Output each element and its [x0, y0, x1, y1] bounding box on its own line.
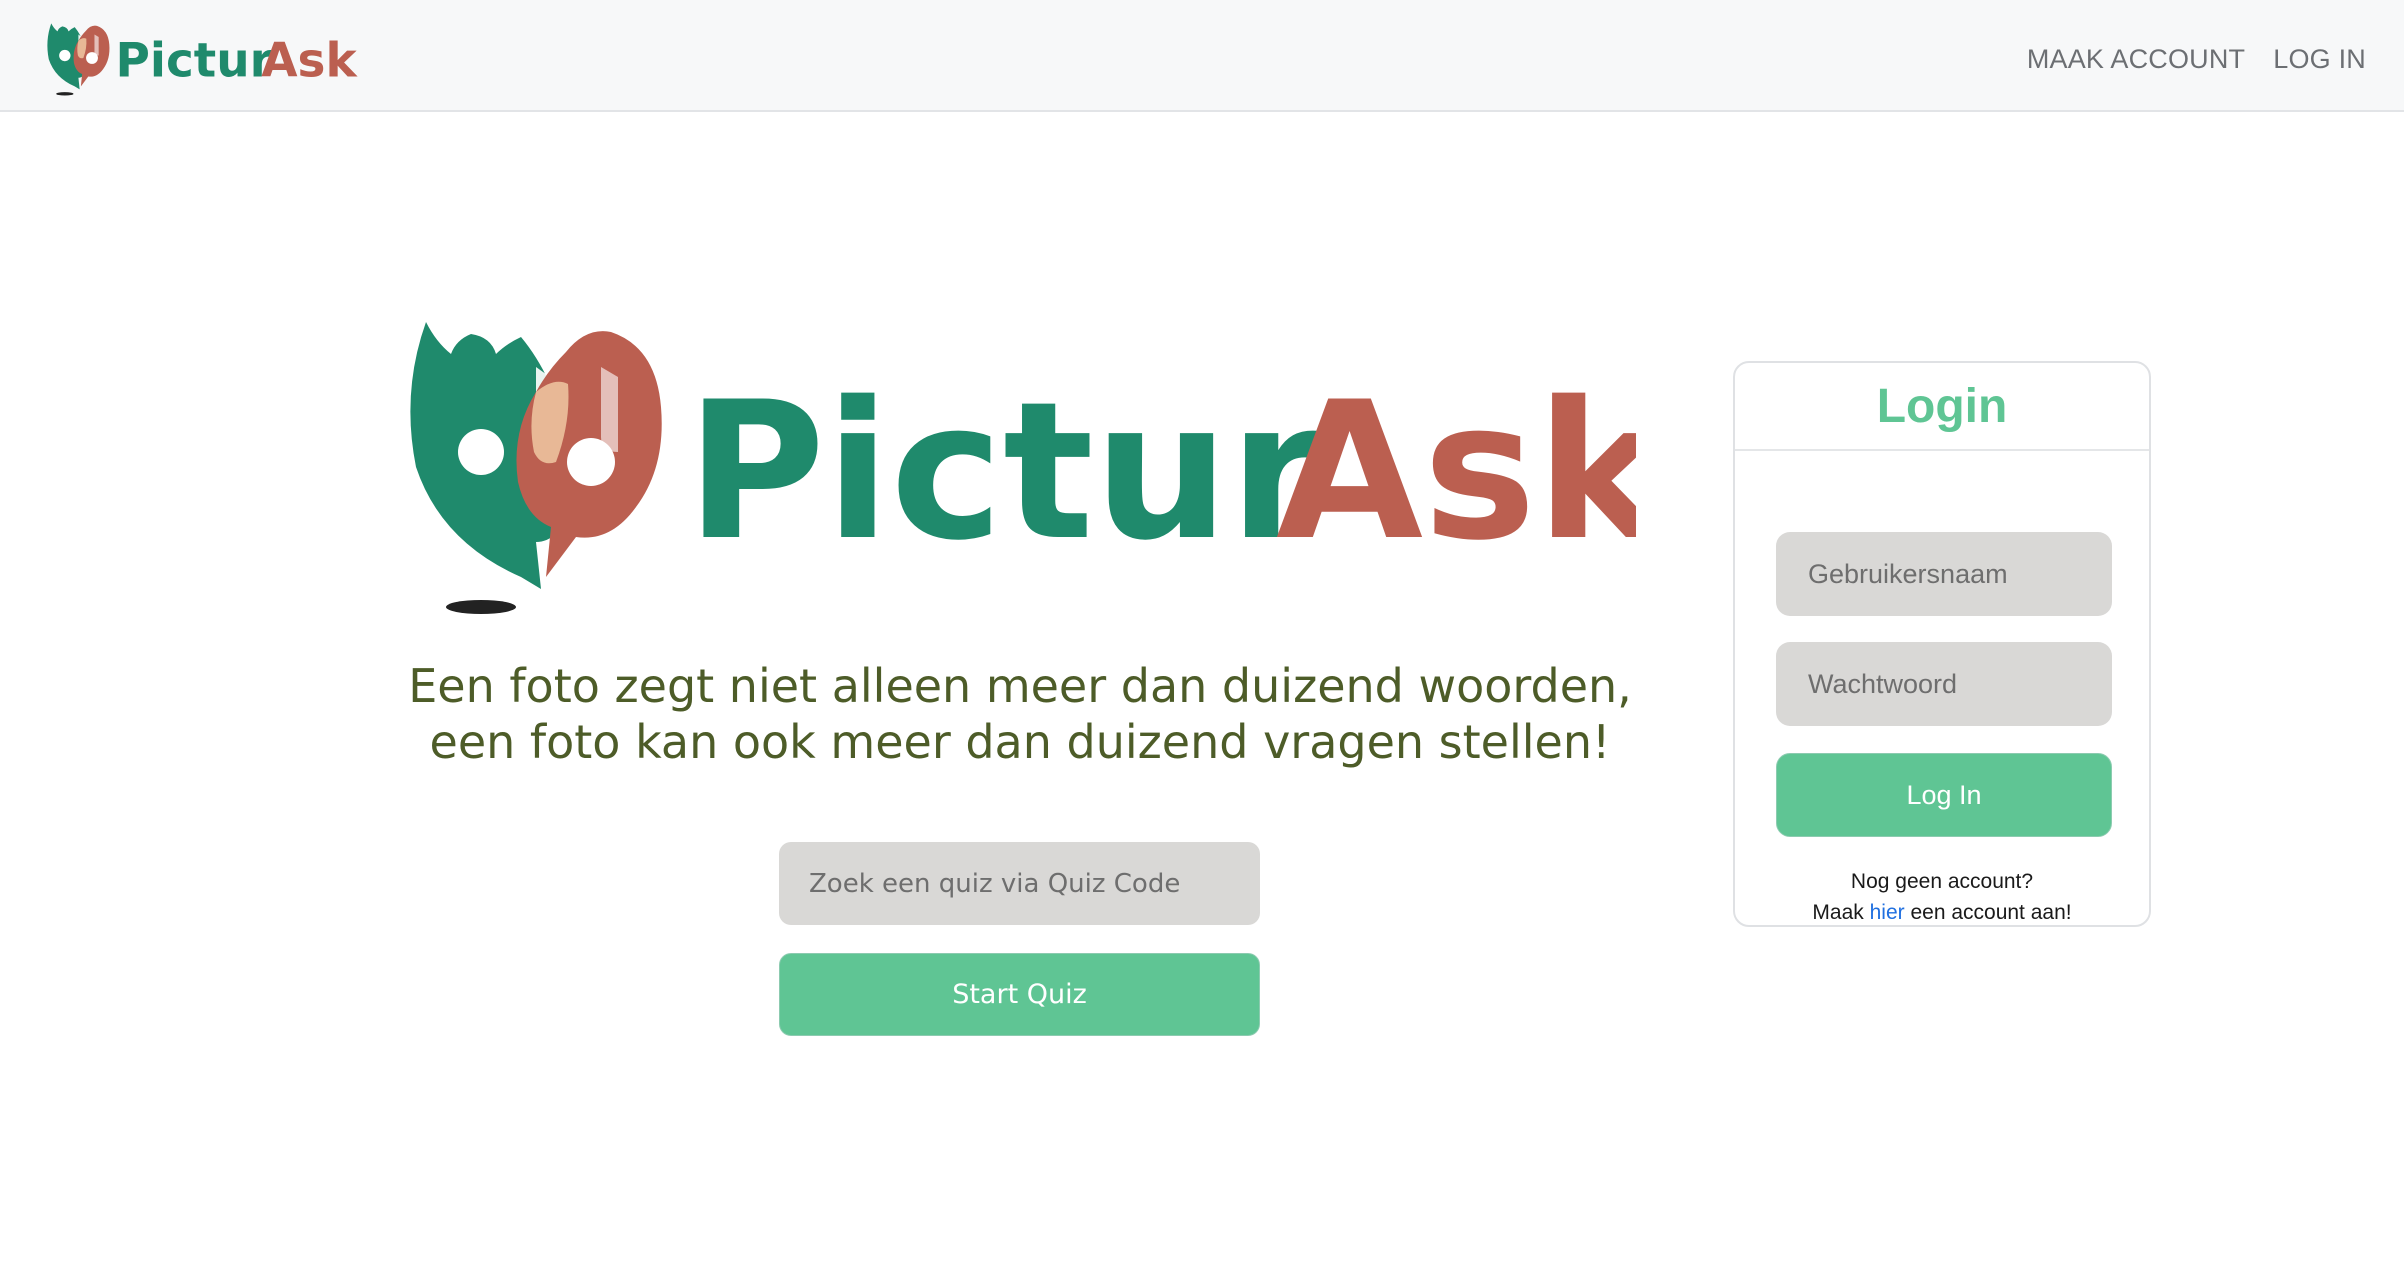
slogan-line-1: Een foto zegt niet alleen meer dan duize…	[408, 659, 1632, 713]
navbar: Pictur Ask MAAK ACCOUNT LOG IN	[0, 0, 2404, 112]
hero-brand-name-part1: Pictur	[686, 361, 1323, 582]
register-prefix: Maak	[1812, 901, 1870, 924]
brand-logo-large: Pictur Ask	[410, 322, 1636, 614]
hero-brand-name-part2: Ask	[1276, 361, 1636, 582]
password-input[interactable]	[1776, 642, 2112, 726]
brand-logo-small[interactable]: Pictur Ask	[32, 16, 362, 100]
nav-links: MAAK ACCOUNT LOG IN	[2027, 44, 2366, 75]
slogan-line-2: een foto kan ook meer dan duizend vragen…	[429, 715, 1611, 769]
register-prompt: Nog geen account? Maak hier een account …	[1735, 866, 2149, 925]
register-suffix: een account aan!	[1904, 901, 2072, 924]
brand-name-part1: Pictur	[115, 34, 273, 89]
speech-bubbles-question-marks-icon	[410, 322, 662, 614]
register-link[interactable]: hier	[1870, 901, 1905, 924]
slogan: Een foto zegt niet alleen meer dan duize…	[380, 658, 1660, 770]
brand-name-part2: Ask	[261, 34, 358, 89]
register-line: Maak hier een account aan!	[1735, 897, 2149, 925]
speech-bubbles-question-marks-icon	[47, 23, 110, 96]
login-submit-button[interactable]: Log In	[1776, 753, 2112, 837]
no-account-text: Nog geen account?	[1850, 870, 2034, 893]
quiz-code-input[interactable]	[779, 842, 1260, 925]
login-card-header: Login	[1735, 363, 2149, 451]
login-title: Login	[1876, 380, 2008, 433]
start-quiz-button[interactable]: Start Quiz	[779, 953, 1260, 1036]
nav-link-create-account[interactable]: MAAK ACCOUNT	[2027, 44, 2245, 75]
username-input[interactable]	[1776, 532, 2112, 616]
login-card: Login Log In Nog geen account? Maak hier…	[1733, 361, 2151, 927]
nav-link-login[interactable]: LOG IN	[2273, 44, 2366, 75]
